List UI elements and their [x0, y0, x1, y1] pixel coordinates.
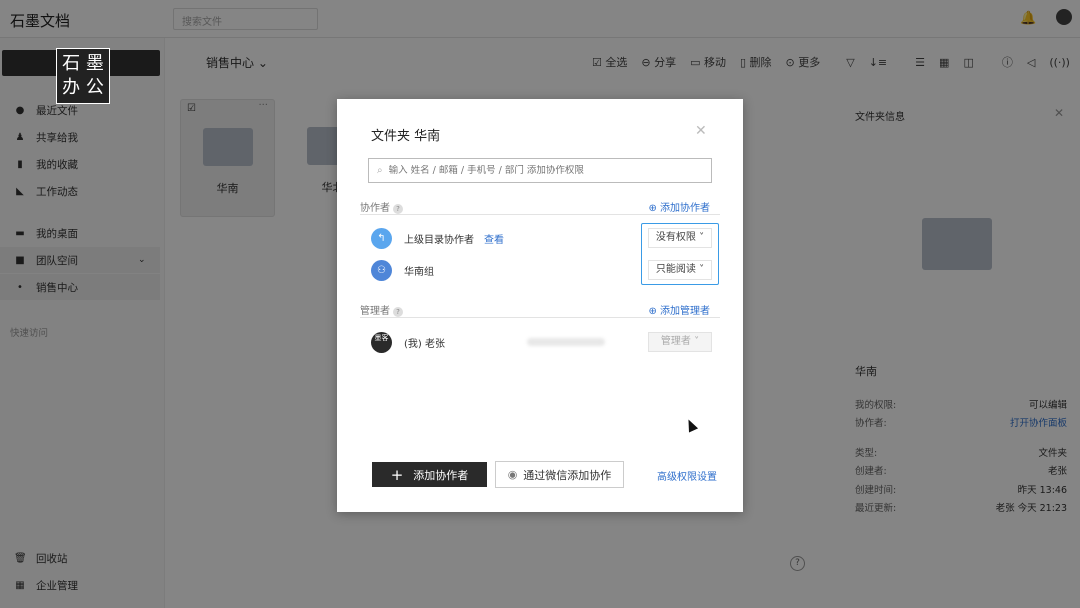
- add-collaborator-button[interactable]: + 添加协作者: [372, 462, 487, 487]
- add-admin-link[interactable]: ⊕ 添加管理者: [648, 302, 710, 317]
- parent-folder-icon: ↰: [371, 228, 392, 249]
- label: 通过微信添加协作: [523, 467, 611, 483]
- collaborator-name: 上级目录协作者: [404, 231, 474, 246]
- permission-dropdown[interactable]: 没有权限 ˅: [648, 228, 712, 248]
- share-dialog: 文件夹 华南 ✕ ⌕ 协作者? ⊕ 添加协作者 ↰ 上级目录协作者 查看 ⚇ 华…: [337, 99, 743, 512]
- section-label: 管理者: [360, 306, 390, 317]
- section-label: 协作者: [360, 203, 390, 214]
- collaborators-section: 协作者? ⊕ 添加协作者: [360, 199, 720, 215]
- avatar: 墨客: [371, 332, 392, 353]
- collaborator-search-input[interactable]: [389, 165, 711, 176]
- collaborator-search[interactable]: ⌕: [368, 158, 712, 183]
- label: 添加协作者: [660, 203, 710, 214]
- watermark-logo: 石 墨办 公: [56, 48, 110, 104]
- admins-section: 管理者? ⊕ 添加管理者: [360, 302, 720, 318]
- label: 没有权限: [656, 232, 696, 243]
- add-collaborator-link[interactable]: ⊕ 添加协作者: [648, 199, 710, 214]
- blurred-phone: [527, 338, 605, 346]
- plus-icon: +: [391, 466, 404, 484]
- dialog-title: 文件夹 华南: [371, 125, 440, 144]
- admin-name: (我) 老张: [404, 335, 445, 350]
- wechat-add-button[interactable]: ◉ 通过微信添加协作: [495, 461, 624, 488]
- label: 添加协作者: [413, 467, 468, 483]
- close-icon[interactable]: ✕: [695, 123, 707, 139]
- help-icon[interactable]: ?: [393, 204, 403, 214]
- view-link[interactable]: 查看: [484, 231, 504, 246]
- search-icon: ⌕: [377, 165, 383, 176]
- permission-dropdown[interactable]: 只能阅读 ˅: [648, 260, 712, 280]
- collaborator-name: 华南组: [404, 263, 434, 278]
- role-dropdown: 管理者 ˅: [648, 332, 712, 352]
- help-icon[interactable]: ?: [393, 307, 403, 317]
- label: 添加管理者: [660, 306, 710, 317]
- group-icon: ⚇: [371, 260, 392, 281]
- wechat-icon: ◉: [508, 468, 518, 481]
- advanced-settings-link[interactable]: 高级权限设置: [657, 468, 717, 483]
- label: 管理者: [661, 336, 691, 347]
- label: 只能阅读: [656, 264, 696, 275]
